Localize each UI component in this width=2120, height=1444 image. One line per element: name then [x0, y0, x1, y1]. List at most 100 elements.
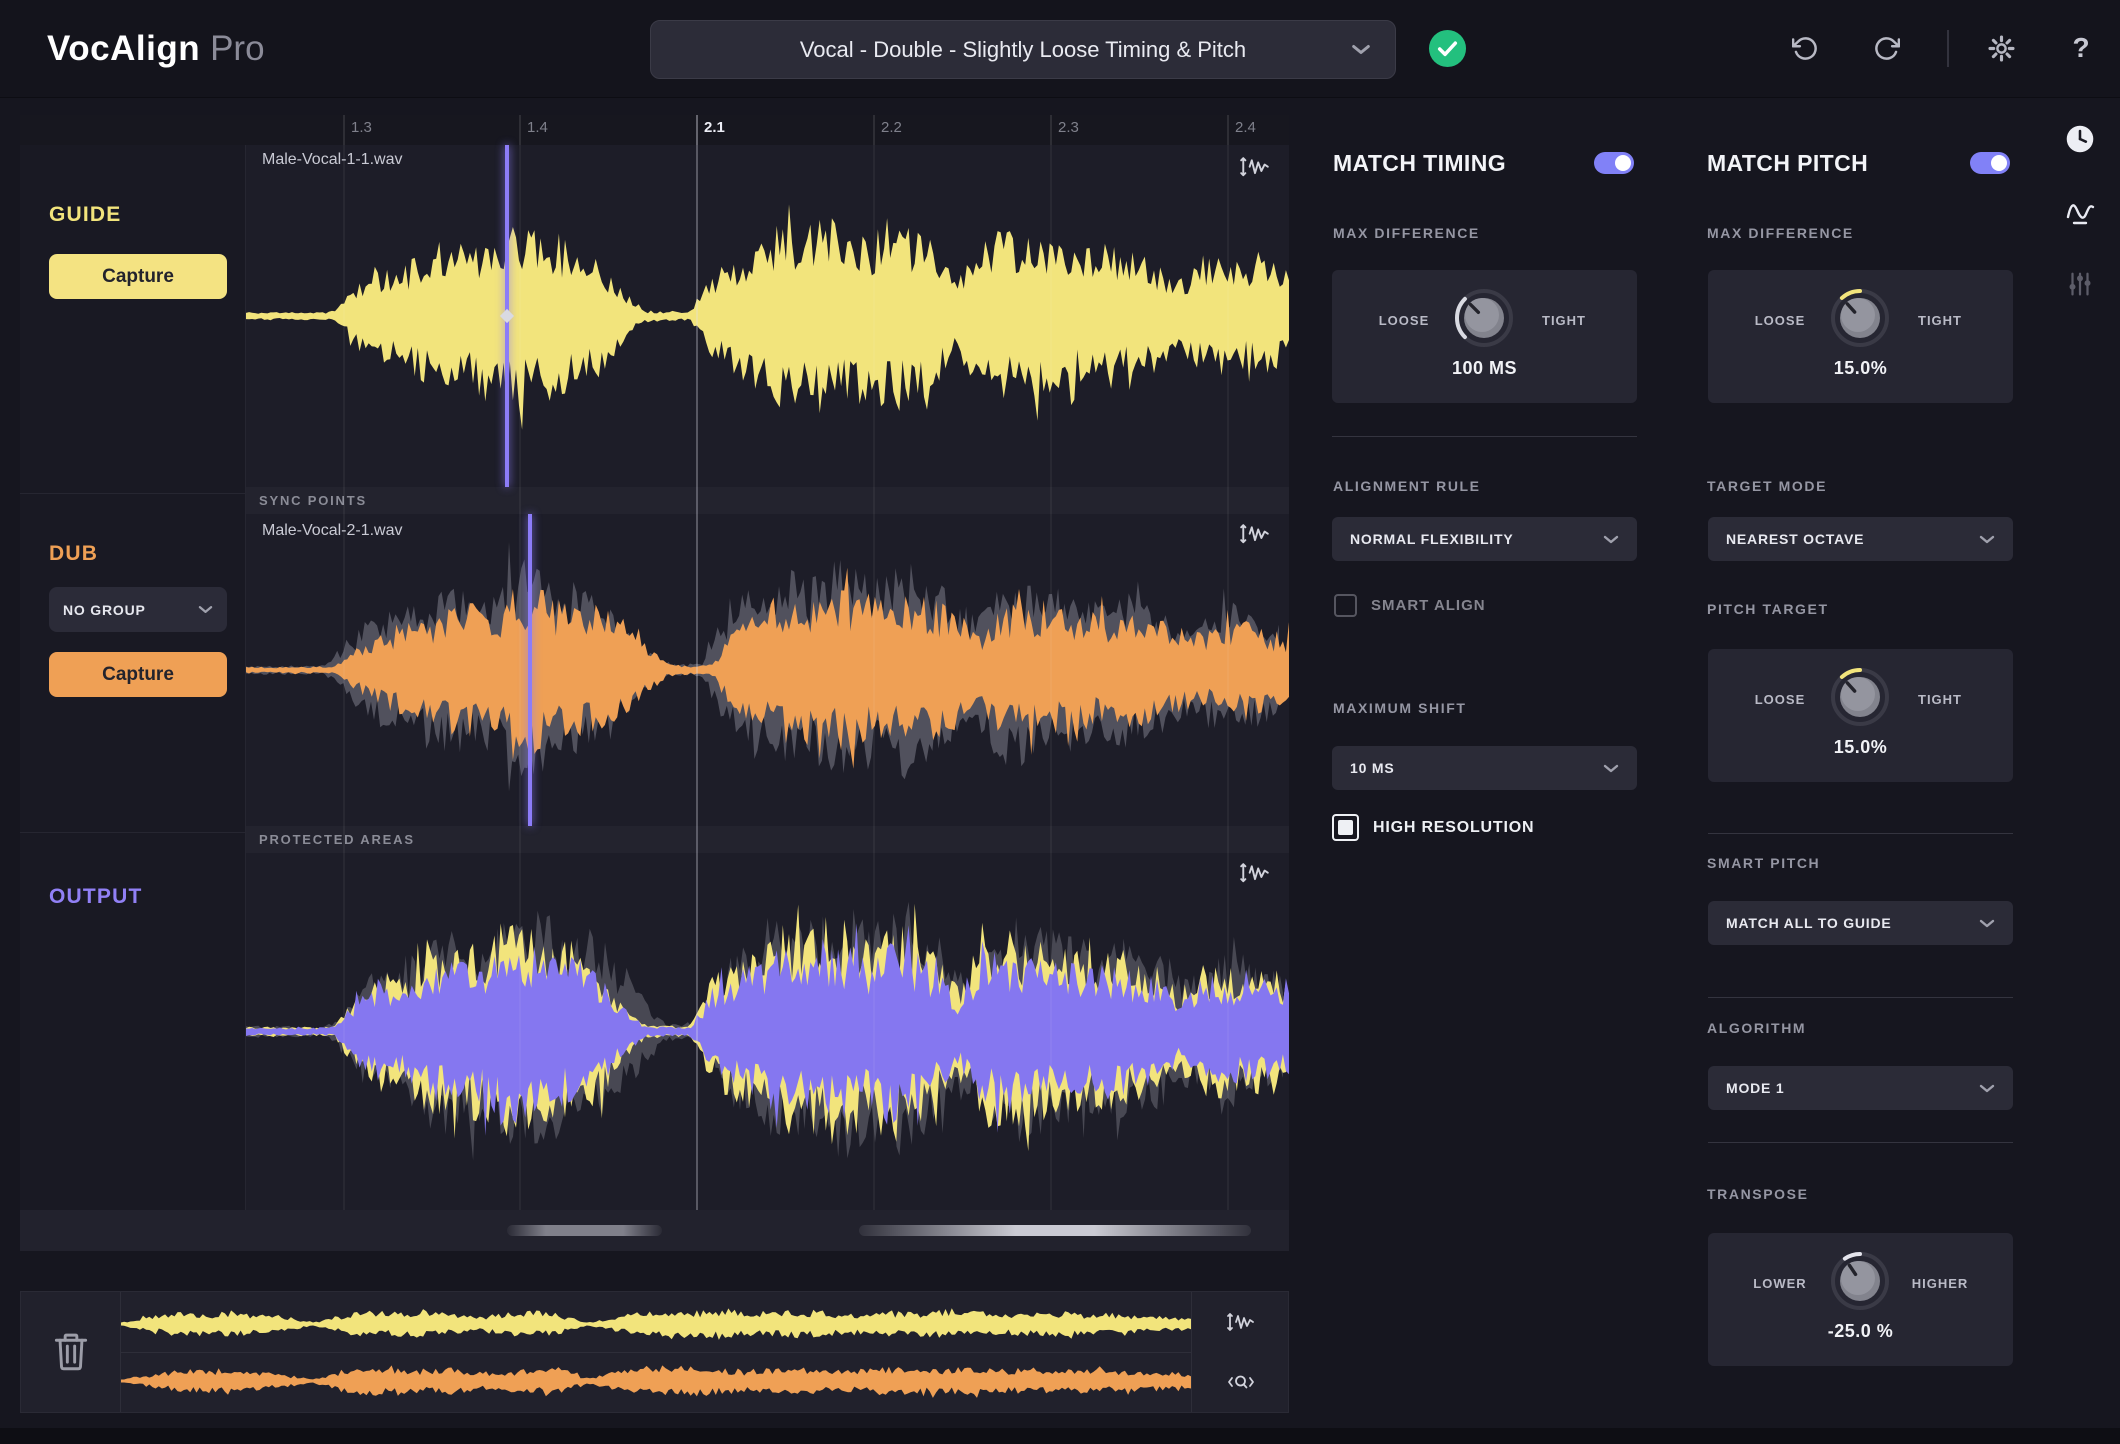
trash-button[interactable] [21, 1292, 121, 1412]
guide-waveform-scale-icon[interactable] [1239, 155, 1271, 179]
chevron-down-icon [1979, 919, 1995, 927]
tight-label: TIGHT [1918, 313, 1962, 328]
toolbar-divider [1947, 30, 1949, 67]
undo-button[interactable] [1783, 26, 1827, 70]
loose-label: LOOSE [1754, 692, 1806, 707]
pitch-view-button[interactable] [2059, 191, 2101, 233]
redo-icon [1874, 36, 1900, 60]
smart-align-row: SMART ALIGN [1334, 594, 1486, 617]
section-divider [1708, 997, 2013, 998]
top-bar: VocAlign Pro Vocal - Double - Slightly L… [0, 0, 2120, 98]
dub-group-dropdown[interactable]: NO GROUP [49, 587, 227, 632]
overview-waveform-scale-button[interactable] [1192, 1292, 1289, 1352]
smart-align-checkbox[interactable] [1334, 594, 1357, 617]
maximum-shift-dropdown[interactable]: 10 MS [1332, 746, 1637, 790]
algorithm-dropdown[interactable]: MODE 1 [1708, 1066, 2013, 1110]
help-button[interactable]: ? [2059, 26, 2103, 70]
high-resolution-row: HIGH RESOLUTION [1332, 814, 1534, 841]
smart-pitch-dropdown[interactable]: MATCH ALL TO GUIDE [1708, 901, 2013, 945]
overview-dub-waveform [121, 1365, 1191, 1398]
section-divider [1708, 1142, 2013, 1143]
pitch-max-difference-knob[interactable] [1828, 286, 1892, 350]
chevron-down-icon [1352, 44, 1370, 55]
output-waveform-scale-icon[interactable] [1239, 861, 1271, 885]
target-mode-dropdown[interactable]: NEAREST OCTAVE [1708, 517, 2013, 561]
toggle-knob [1991, 155, 2007, 171]
guide-track[interactable] [246, 145, 1289, 487]
high-resolution-label: HIGH RESOLUTION [1373, 818, 1535, 836]
timing-max-difference-card: LOOSE TIGHT 100 MS [1332, 270, 1637, 403]
scrollbar-handle[interactable] [859, 1225, 1251, 1236]
dub-waveform-scale-icon[interactable] [1239, 522, 1271, 546]
match-pitch-toggle[interactable] [1970, 152, 2010, 174]
smart-align-label: SMART ALIGN [1371, 597, 1486, 614]
guide-capture-button[interactable]: Capture [49, 254, 227, 299]
pitch-target-label: PITCH TARGET [1707, 601, 1829, 617]
alignment-rule-label: ALIGNMENT RULE [1333, 478, 1481, 494]
toggle-knob [1615, 155, 1631, 171]
transpose-value: -25.0 % [1827, 1321, 1894, 1341]
settings-button[interactable] [1979, 26, 2023, 70]
alignment-rule-dropdown[interactable]: NORMAL FLEXIBILITY [1332, 517, 1637, 561]
algorithm-label: ALGORITHM [1707, 1020, 1807, 1036]
waveform-area: SYNC POINTS PROTECTED AREAS Male-Vocal-1… [246, 115, 1289, 1210]
preset-label: Vocal - Double - Slightly Loose Timing &… [799, 36, 1247, 62]
match-timing-title: MATCH TIMING [1333, 150, 1507, 176]
scroll-strip [20, 1210, 1289, 1251]
column-divider [20, 832, 245, 833]
redo-button[interactable] [1864, 26, 1908, 70]
match-timing-toggle[interactable] [1594, 152, 1634, 174]
overview-zoom-button[interactable] [1192, 1352, 1289, 1412]
target-mode-value: NEAREST OCTAVE [1726, 531, 1865, 547]
overview-panel [20, 1291, 1289, 1413]
tight-label: TIGHT [1542, 313, 1586, 328]
timeline-ruler[interactable]: 1.3 1.4 2.1 2.2 2.3 2.4 [20, 115, 1289, 145]
pitch-target-knob[interactable] [1828, 665, 1892, 729]
chevron-down-icon [1603, 535, 1619, 543]
overview-waveforms[interactable] [121, 1292, 1191, 1412]
dub-waveform [246, 542, 1289, 792]
help-icon: ? [2072, 32, 2090, 63]
guide-waveform [246, 204, 1289, 430]
transpose-label: TRANSPOSE [1707, 1186, 1809, 1202]
loose-label: LOOSE [1378, 313, 1430, 328]
section-divider [1332, 436, 1637, 437]
guide-file-name: Male-Vocal-1-1.wav [262, 151, 403, 168]
scrollbar-handle[interactable] [507, 1225, 662, 1236]
high-resolution-checkbox[interactable] [1332, 814, 1359, 841]
match-pitch-title: MATCH PITCH [1707, 150, 1869, 176]
timing-view-button[interactable] [2059, 118, 2101, 160]
timing-max-difference-label: MAX DIFFERENCE [1333, 225, 1480, 241]
dub-capture-button[interactable]: Capture [49, 652, 227, 697]
chevron-down-icon [1979, 535, 1995, 543]
preset-selector[interactable]: Vocal - Double - Slightly Loose Timing &… [650, 20, 1396, 79]
smart-pitch-label: SMART PITCH [1707, 855, 1821, 871]
smart-pitch-value: MATCH ALL TO GUIDE [1726, 915, 1892, 931]
chevron-down-icon [1979, 1084, 1995, 1092]
track-header-column: GUIDE Capture DUB NO GROUP Capture OUTPU… [20, 145, 246, 1210]
protected-areas-strip: PROTECTED AREAS [246, 826, 1289, 853]
transpose-card: LOWER HIGHER -25.0 % [1708, 1233, 2013, 1366]
window-bottom-edge [0, 1428, 2120, 1444]
brand-name: VocAlign [47, 28, 201, 68]
trash-icon [54, 1333, 87, 1371]
dub-playhead[interactable] [528, 514, 532, 826]
dub-track-label: DUB [49, 542, 99, 565]
guide-track-label: GUIDE [49, 203, 122, 226]
overview-guide-waveform [121, 1308, 1191, 1340]
transpose-knob[interactable] [1828, 1249, 1892, 1313]
output-waveform [246, 901, 1289, 1161]
pitch-target-value: 15.0% [1833, 737, 1888, 757]
brand-suffix: Pro [210, 28, 265, 68]
output-track[interactable] [246, 853, 1289, 1210]
process-settings-button[interactable] [2059, 263, 2101, 305]
maximum-shift-value: 10 MS [1350, 760, 1395, 776]
dub-track[interactable] [246, 514, 1289, 826]
app-logo: VocAlign Pro [47, 0, 265, 97]
pitch-curve-icon [2066, 204, 2095, 225]
pitch-max-difference-label: MAX DIFFERENCE [1707, 225, 1854, 241]
timing-max-difference-knob[interactable] [1452, 286, 1516, 350]
chevron-down-icon [198, 606, 213, 613]
alignment-rule-value: NORMAL FLEXIBILITY [1350, 531, 1514, 547]
sync-points-label: SYNC POINTS [259, 493, 367, 508]
